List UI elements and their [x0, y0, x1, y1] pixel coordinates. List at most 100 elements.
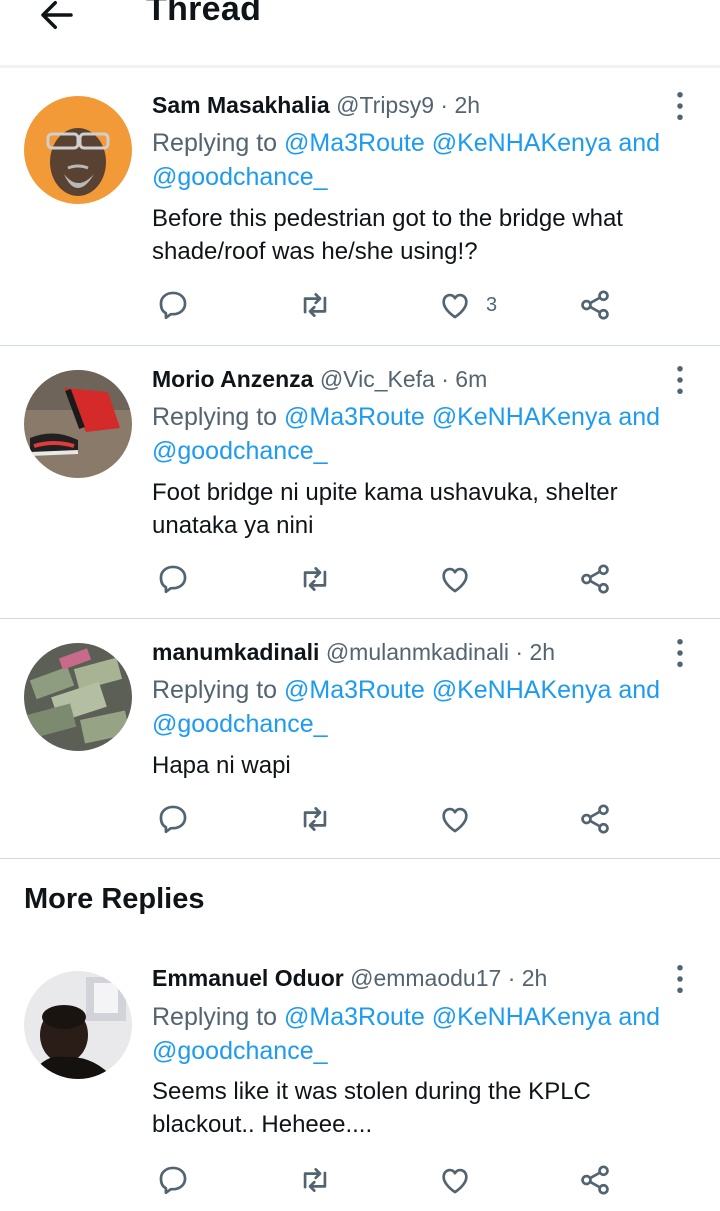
avatar[interactable]	[24, 643, 132, 751]
reply-icon	[159, 291, 187, 320]
author-name[interactable]: Emmanuel Oduor	[152, 965, 344, 991]
author-handle[interactable]: @emmaodu17	[350, 965, 501, 991]
mention-link[interactable]: @Ma3Route	[284, 1003, 425, 1031]
replying-prefix: Replying to	[152, 129, 278, 157]
retweet-button[interactable]	[298, 799, 332, 839]
author-name[interactable]: Sam Masakhalia	[152, 92, 330, 118]
retweet-icon	[303, 293, 327, 317]
tweet-text: Before this pedestrian got to the bridge…	[152, 205, 623, 265]
retweet-icon	[303, 1168, 327, 1192]
reply-button[interactable]	[156, 799, 190, 839]
mention-link[interactable]: @goodchance_	[152, 710, 328, 738]
tweet-time[interactable]: 2h	[529, 639, 555, 665]
more-vertical-icon[interactable]	[672, 365, 688, 395]
retweet-button[interactable]	[298, 1160, 332, 1200]
mention-link[interactable]: @goodchance_	[152, 437, 328, 465]
share-icon	[581, 290, 609, 320]
like-button[interactable]: 3	[438, 285, 497, 325]
mention-link[interactable]: @KeNHAKenya	[432, 676, 612, 704]
tweet-time[interactable]: 6m	[455, 366, 487, 392]
action-bar	[0, 1160, 720, 1200]
mention-link[interactable]: @Ma3Route	[284, 129, 425, 157]
tweet-header: manumkadinali @mulanmkadinali · 2h	[152, 639, 555, 666]
like-icon	[442, 807, 468, 833]
reply-button[interactable]	[156, 285, 190, 325]
tweet-text: Seems like it was stolen during the KPLC…	[152, 1078, 591, 1138]
tweet-text: Hapa ni wapi	[152, 752, 291, 779]
replying-to: Replying to @Ma3Route @KeNHAKenya and @g…	[152, 400, 692, 468]
page-title: Thread	[146, 0, 262, 28]
mention-link[interactable]: @Ma3Route	[284, 676, 425, 704]
reply-tweet[interactable]: Morio Anzenza @Vic_Kefa · 6m Replying to…	[0, 346, 720, 619]
separator-dot: ·	[507, 965, 516, 991]
arrow-left-icon[interactable]	[36, 0, 78, 36]
share-button[interactable]	[578, 285, 612, 325]
replying-to: Replying to @Ma3Route @KeNHAKenya and @g…	[152, 673, 692, 741]
tweet-time[interactable]: 2h	[454, 92, 480, 118]
author-name[interactable]: Morio Anzenza	[152, 366, 313, 392]
like-icon	[442, 567, 468, 593]
replying-prefix: Replying to	[152, 403, 278, 431]
like-icon	[442, 1168, 468, 1194]
share-icon	[581, 804, 609, 834]
retweet-button[interactable]	[298, 285, 332, 325]
action-bar	[0, 799, 720, 839]
reply-icon	[159, 565, 187, 594]
replying-to: Replying to @Ma3Route @KeNHAKenya and @g…	[152, 1000, 692, 1068]
like-button[interactable]	[438, 559, 486, 599]
more-vertical-icon[interactable]	[672, 964, 688, 994]
retweet-icon	[303, 567, 327, 591]
reply-tweet[interactable]: Emmanuel Oduor @emmaodu17 · 2h Replying …	[0, 947, 720, 1211]
retweet-icon	[303, 807, 327, 831]
mention-and: and	[618, 1003, 661, 1031]
avatar[interactable]	[24, 370, 132, 478]
share-button[interactable]	[578, 559, 612, 599]
like-button[interactable]	[438, 799, 486, 839]
share-button[interactable]	[578, 1160, 612, 1200]
like-count: 3	[486, 293, 498, 316]
author-handle[interactable]: @Tripsy9	[336, 92, 434, 118]
header-bar: Thread	[0, 0, 720, 68]
more-vertical-icon[interactable]	[672, 638, 688, 668]
more-vertical-icon[interactable]	[672, 91, 688, 121]
reply-tweet[interactable]: manumkadinali @mulanmkadinali · 2h Reply…	[0, 619, 720, 859]
tweet-header: Emmanuel Oduor @emmaodu17 · 2h	[152, 965, 547, 992]
mention-link[interactable]: @KeNHAKenya	[432, 1003, 612, 1031]
share-button[interactable]	[578, 799, 612, 839]
mention-and: and	[618, 676, 661, 704]
author-name[interactable]: manumkadinali	[152, 639, 319, 665]
reply-icon	[159, 805, 187, 834]
tweet-text: Foot bridge ni upite kama ushavuka, shel…	[152, 479, 618, 539]
mention-link[interactable]: @goodchance_	[152, 1037, 328, 1065]
reply-button[interactable]	[156, 559, 190, 599]
action-bar	[0, 559, 720, 599]
separator-dot: ·	[441, 366, 449, 392]
more-replies-heading: More Replies	[24, 883, 205, 915]
retweet-button[interactable]	[298, 559, 332, 599]
author-handle[interactable]: @mulanmkadinali	[326, 639, 509, 665]
separator-dot: ·	[515, 639, 524, 665]
replying-prefix: Replying to	[152, 1003, 278, 1031]
action-bar: 3	[0, 285, 720, 325]
separator-dot: ·	[440, 92, 449, 118]
share-icon	[581, 564, 609, 594]
reply-button[interactable]	[156, 1160, 190, 1200]
reply-icon	[159, 1166, 187, 1195]
tweet-header: Sam Masakhalia @Tripsy9 · 2h	[152, 92, 480, 119]
like-button[interactable]	[438, 1160, 486, 1200]
replying-prefix: Replying to	[152, 676, 278, 704]
reply-tweet[interactable]: Sam Masakhalia @Tripsy9 · 2h Replying to…	[0, 70, 720, 346]
like-icon	[442, 293, 468, 319]
avatar[interactable]	[24, 96, 132, 204]
mention-and: and	[618, 403, 661, 431]
author-handle[interactable]: @Vic_Kefa	[320, 366, 435, 392]
avatar[interactable]	[24, 971, 132, 1079]
tweet-header: Morio Anzenza @Vic_Kefa · 6m	[152, 366, 487, 393]
tweet-time[interactable]: 2h	[522, 965, 548, 991]
mention-link[interactable]: @KeNHAKenya	[432, 129, 612, 157]
mention-link[interactable]: @KeNHAKenya	[432, 403, 612, 431]
mention-link[interactable]: @goodchance_	[152, 163, 328, 191]
share-icon	[581, 1165, 609, 1195]
mention-link[interactable]: @Ma3Route	[284, 403, 425, 431]
replying-to: Replying to @Ma3Route @KeNHAKenya and @g…	[152, 126, 692, 194]
